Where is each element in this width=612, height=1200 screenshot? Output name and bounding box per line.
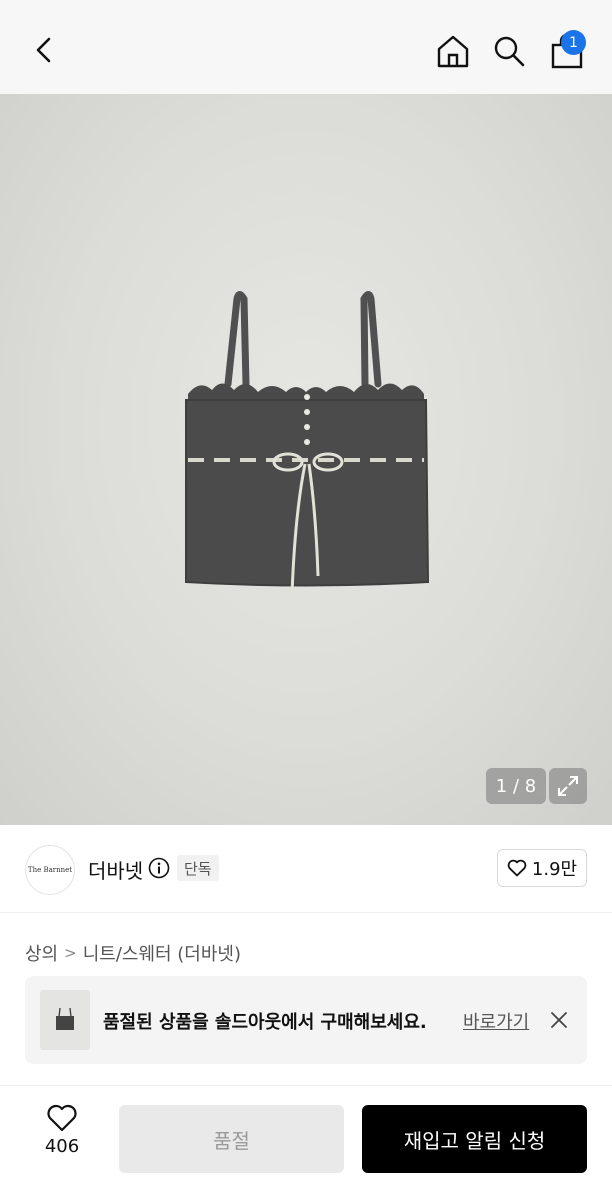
exclusive-badge: 단독: [177, 855, 219, 881]
close-icon[interactable]: [547, 1008, 571, 1032]
product-image-gallery[interactable]: [0, 94, 612, 825]
info-icon[interactable]: [148, 857, 170, 879]
soldout-button: 품절: [119, 1105, 344, 1173]
bottom-action-bar: 406 품절 재입고 알림 신청: [0, 1085, 612, 1200]
home-icon: [437, 35, 469, 68]
search-icon: [494, 36, 525, 67]
restock-alert-button[interactable]: 재입고 알림 신청: [362, 1105, 587, 1173]
banner-message: 품절된 상품을 솔드아웃에서 구매해보세요.: [103, 1012, 427, 1033]
chevron-left-icon: [36, 37, 51, 63]
back-button[interactable]: [22, 28, 66, 72]
wishlist-button[interactable]: 406: [30, 1104, 94, 1174]
soldout-promo-banner: 품절된 상품을 솔드아웃에서 구매해보세요. 바로가기: [25, 976, 587, 1064]
banner-product-thumbnail: [40, 990, 90, 1050]
heart-icon: [507, 859, 527, 877]
cart-count-badge: 1: [561, 30, 586, 55]
thumbnail-image: [56, 1007, 74, 1030]
breadcrumb-subcategory[interactable]: 니트/스웨터 (더바넷): [83, 940, 241, 966]
brand-name[interactable]: 더바넷: [88, 855, 143, 884]
heart-icon: [47, 1104, 77, 1132]
image-counter: 1 / 8: [486, 768, 546, 804]
top-navigation-bar: 1: [0, 0, 612, 94]
brand-row: The Barnnet 더바넷 단독 1.9만: [0, 825, 612, 913]
fullscreen-button[interactable]: [549, 768, 587, 804]
home-button[interactable]: [430, 28, 476, 74]
breadcrumb-category[interactable]: 상의: [25, 940, 58, 966]
breadcrumb: 상의 > 니트/스웨터 (더바넷): [25, 940, 241, 966]
expand-icon: [558, 776, 578, 796]
banner-go-link[interactable]: 바로가기: [463, 1008, 529, 1034]
brand-like-button[interactable]: 1.9만: [497, 849, 587, 887]
product-image: [185, 291, 430, 595]
wishlist-count: 406: [44, 1136, 80, 1157]
brand-logo[interactable]: The Barnnet: [25, 845, 75, 895]
search-button[interactable]: [486, 28, 532, 74]
brand-like-count: 1.9만: [531, 859, 578, 880]
chevron-right-icon: >: [64, 944, 77, 962]
